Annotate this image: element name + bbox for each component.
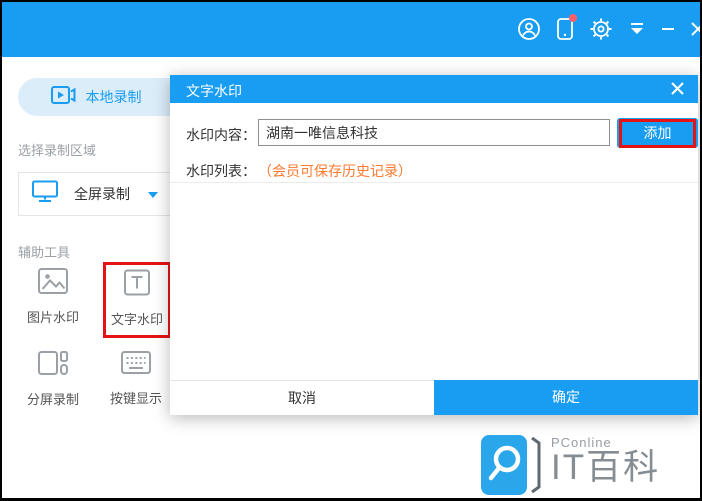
watermark-list-label: 水印列表：	[186, 163, 256, 179]
region-section-label: 选择录制区域	[18, 143, 97, 158]
text-watermark-dialog: 文字水印 水印内容： 添加 水印列表： （会员可保存历史记录） 取消 确定	[170, 75, 698, 415]
phone-notification-icon[interactable]	[556, 14, 577, 41]
user-icon[interactable]	[517, 17, 541, 41]
minimize-icon[interactable]	[661, 22, 675, 36]
tool-label: 分屏录制	[26, 392, 79, 407]
image-watermark-icon	[38, 268, 68, 299]
window-titlebar	[2, 2, 700, 57]
add-button[interactable]: 添加	[617, 118, 698, 148]
magnifier-book-icon	[481, 435, 530, 498]
record-region-dropdown[interactable]: 全屏录制	[18, 172, 172, 216]
keyboard-display-icon	[121, 350, 151, 380]
dialog-title: 文字水印	[186, 83, 242, 99]
titlebar-icon-row	[517, 14, 700, 41]
tool-label: 按键显示	[109, 391, 162, 406]
tool-split-screen-record[interactable]: 分屏录制	[20, 350, 86, 408]
cancel-button[interactable]: 取消	[170, 380, 434, 415]
notification-badge	[569, 14, 577, 22]
confirm-button[interactable]: 确定	[434, 380, 698, 415]
tools-section-label: 辅助工具	[18, 245, 71, 260]
region-dropdown-value: 全屏录制	[74, 186, 130, 202]
close-icon[interactable]	[690, 21, 700, 37]
dialog-divider	[170, 182, 698, 183]
settings-gear-icon[interactable]	[589, 17, 613, 41]
tool-image-watermark[interactable]: 图片水印	[20, 268, 86, 326]
video-camera-icon	[50, 85, 76, 110]
monitor-icon	[32, 180, 58, 208]
tool-label: 图片水印	[26, 310, 79, 325]
app-window: 本地录制 选择录制区域 全屏录制 辅助工具 图片水印 文字水印 分屏录制 按键显…	[2, 2, 700, 498]
dialog-close-icon[interactable]	[670, 81, 685, 101]
logo-site-name: IT百科	[551, 448, 661, 487]
local-record-tab[interactable]: 本地录制	[18, 78, 174, 116]
dialog-footer: 取消 确定	[170, 380, 698, 415]
tool-label: 文字水印	[110, 312, 163, 327]
chevron-down-icon	[148, 192, 158, 198]
screenshot-frame: 本地录制 选择录制区域 全屏录制 辅助工具 图片水印 文字水印 分屏录制 按键显…	[0, 0, 702, 501]
dialog-titlebar: 文字水印	[170, 75, 698, 103]
site-watermark-logo: PConline IT百科	[481, 435, 660, 498]
watermark-content-label: 水印内容：	[186, 127, 256, 143]
tool-text-watermark-highlighted[interactable]: 文字水印	[103, 262, 171, 338]
watermark-list-note: （会员可保存历史记录）	[258, 163, 412, 179]
bracket-icon	[530, 435, 543, 498]
local-record-label: 本地录制	[85, 89, 142, 105]
text-watermark-icon	[123, 269, 151, 301]
logo-text-block: PConline IT百科	[551, 435, 660, 487]
split-screen-icon	[38, 350, 68, 381]
tool-key-display[interactable]: 按键显示	[103, 350, 169, 407]
collapse-arrow-icon[interactable]	[628, 22, 646, 36]
watermark-content-input[interactable]	[258, 119, 610, 146]
